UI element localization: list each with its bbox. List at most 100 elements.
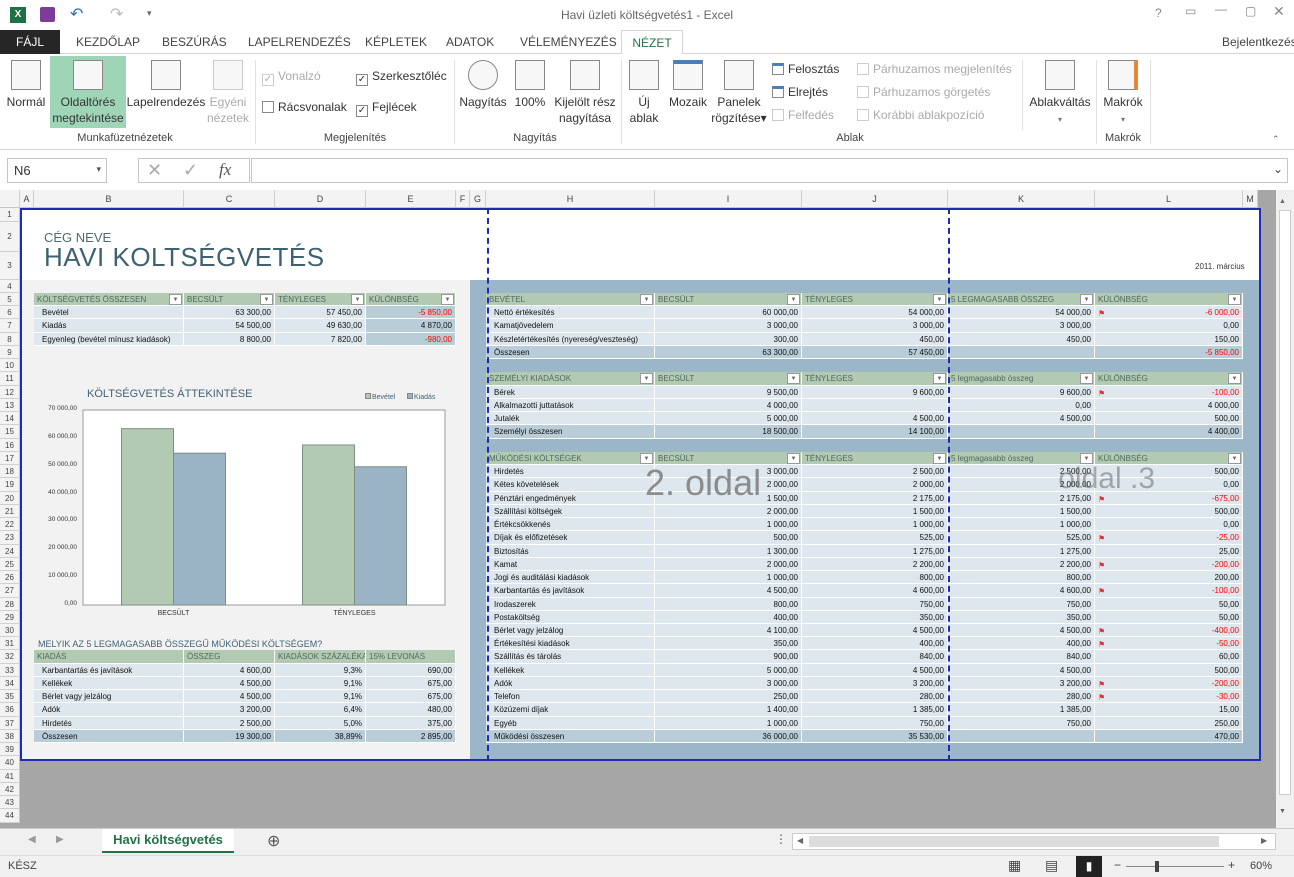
table-cell[interactable]: 5 000,00 bbox=[655, 663, 802, 677]
table-cell[interactable]: 15,00 bbox=[1095, 703, 1243, 717]
total-cell[interactable]: Összesen bbox=[34, 729, 184, 744]
tab-formulas[interactable]: KÉPLETEK bbox=[355, 30, 437, 54]
table-cell[interactable]: Alkalmazotti juttatások bbox=[486, 398, 655, 413]
row-header-22[interactable]: 22 bbox=[0, 518, 20, 532]
table-cell[interactable]: 9,1% bbox=[275, 676, 366, 691]
table-cell[interactable]: 280,00 bbox=[948, 690, 1095, 704]
row-header-40[interactable]: 40 bbox=[0, 756, 20, 770]
table-cell[interactable]: 4 600,00 bbox=[184, 663, 275, 677]
table-cell[interactable]: 1 000,00 bbox=[655, 716, 802, 730]
table-cell[interactable]: Kellékek bbox=[34, 676, 184, 691]
total-cell[interactable]: Összesen bbox=[486, 345, 655, 360]
row-header-15[interactable]: 15 bbox=[0, 425, 20, 439]
filter-dropdown-icon[interactable]: ▼ bbox=[933, 452, 946, 464]
total-cell[interactable]: Személyi összesen bbox=[486, 425, 655, 439]
row-header-5[interactable]: 5 bbox=[0, 293, 20, 307]
table-header-cell[interactable]: 5 legmagasabb összeg ▼ bbox=[948, 372, 1095, 386]
bar-Bevétel-BECSÜLT[interactable] bbox=[121, 428, 174, 606]
table-cell[interactable]: ⚑ -6 000,00 bbox=[1095, 306, 1243, 320]
row-header-38[interactable]: 38 bbox=[0, 729, 20, 744]
table-header-cell[interactable]: ÖSSZEG bbox=[184, 650, 275, 664]
table-cell[interactable]: 1 000,00 bbox=[655, 518, 802, 532]
table-cell[interactable]: -980,00 bbox=[366, 332, 456, 346]
sheet-tab-havi-koltsegvetes[interactable]: Havi költségvetés bbox=[102, 829, 234, 853]
page-break-line[interactable] bbox=[948, 208, 950, 761]
ribbon-display-icon[interactable]: ▭ bbox=[1185, 4, 1196, 18]
filter-dropdown-icon[interactable]: ▼ bbox=[933, 294, 946, 305]
table-cell[interactable]: 2 500,00 bbox=[184, 716, 275, 730]
table-cell[interactable]: 1 385,00 bbox=[802, 703, 948, 717]
filter-dropdown-icon[interactable]: ▼ bbox=[1080, 294, 1093, 305]
zoom-level[interactable]: 60% bbox=[1250, 860, 1272, 872]
table-cell[interactable]: 4 100,00 bbox=[655, 624, 802, 638]
total-cell[interactable]: 470,00 bbox=[1095, 729, 1243, 744]
table-cell[interactable]: 450,00 bbox=[802, 332, 948, 346]
tab-page-layout[interactable]: LAPELRENDEZÉS bbox=[238, 30, 361, 54]
column-header-D[interactable]: D bbox=[275, 190, 366, 208]
row-header-43[interactable]: 43 bbox=[0, 796, 20, 810]
table-cell[interactable]: Bevétel bbox=[34, 306, 184, 320]
filter-dropdown-icon[interactable]: ▼ bbox=[640, 373, 653, 385]
row-header-35[interactable]: 35 bbox=[0, 690, 20, 704]
table-cell[interactable]: 5,0% bbox=[275, 716, 366, 730]
table-header-cell[interactable]: 5 LEGMAGASABB ÖSSZEG ▼ bbox=[948, 293, 1095, 307]
table-cell[interactable]: Telefon bbox=[486, 690, 655, 704]
zoom-slider[interactable] bbox=[1126, 866, 1224, 867]
table-cell[interactable]: 0,00 bbox=[1095, 319, 1243, 333]
table-cell[interactable]: 57 450,00 bbox=[275, 306, 366, 320]
table-cell[interactable]: Hirdetés bbox=[486, 465, 655, 479]
scrollbar-thumb[interactable] bbox=[809, 836, 1219, 847]
zoom-100-button[interactable]: 100% bbox=[510, 60, 550, 110]
table-cell[interactable]: 150,00 bbox=[1095, 332, 1243, 346]
row-header-16[interactable]: 16 bbox=[0, 438, 20, 452]
row-header-20[interactable]: 20 bbox=[0, 491, 20, 505]
table-cell[interactable]: 800,00 bbox=[655, 597, 802, 611]
add-sheet-icon[interactable]: ⊕ bbox=[267, 831, 280, 851]
tab-data[interactable]: ADATOK bbox=[436, 30, 504, 54]
table-cell[interactable]: 2 200,00 bbox=[802, 557, 948, 572]
table-cell[interactable]: 350,00 bbox=[948, 610, 1095, 624]
filter-dropdown-icon[interactable]: ▼ bbox=[787, 294, 800, 305]
table-header-cell[interactable]: KIADÁSOK SZÁZALÉKA bbox=[275, 650, 366, 664]
normal-view-button[interactable]: Normál bbox=[4, 60, 48, 110]
row-header-30[interactable]: 30 bbox=[0, 624, 20, 638]
table-cell[interactable]: 250,00 bbox=[655, 690, 802, 704]
table-cell[interactable]: 4 500,00 bbox=[948, 412, 1095, 426]
filter-dropdown-icon[interactable]: ▼ bbox=[1228, 294, 1241, 305]
table-cell[interactable]: Karbantartás és javítások bbox=[34, 663, 184, 677]
table-cell[interactable]: Bérlet vagy jelzálog bbox=[34, 690, 184, 704]
table-cell[interactable]: ⚑ -200,00 bbox=[1095, 557, 1243, 572]
table-cell[interactable]: 9,3% bbox=[275, 663, 366, 677]
synchronous-scrolling-button[interactable]: Párhuzamos görgetés bbox=[857, 85, 990, 99]
unhide-button[interactable]: Felfedés bbox=[772, 108, 834, 122]
bar-Bevétel-TÉNYLEGES[interactable] bbox=[302, 444, 355, 606]
table-cell[interactable]: ⚑ -200,00 bbox=[1095, 676, 1243, 691]
table-cell[interactable]: 4 500,00 bbox=[802, 624, 948, 638]
filter-dropdown-icon[interactable]: ▼ bbox=[169, 294, 182, 305]
row-header-8[interactable]: 8 bbox=[0, 332, 20, 346]
table-cell[interactable]: 4 000,00 bbox=[655, 398, 802, 413]
table-cell[interactable]: Postaköltség bbox=[486, 610, 655, 624]
column-header-F[interactable]: F bbox=[456, 190, 470, 208]
table-cell[interactable]: Biztosítás bbox=[486, 544, 655, 558]
page-break-line[interactable] bbox=[487, 208, 489, 761]
normal-view-icon[interactable]: ▦ bbox=[1008, 857, 1021, 874]
table-cell[interactable]: Karbantartás és javítások bbox=[486, 584, 655, 598]
row-header-4[interactable]: 4 bbox=[0, 280, 20, 293]
collapse-ribbon-icon[interactable]: ⌃ bbox=[1272, 134, 1280, 145]
row-header-10[interactable]: 10 bbox=[0, 359, 20, 373]
row-header-25[interactable]: 25 bbox=[0, 557, 20, 572]
table-cell[interactable]: Egyéb bbox=[486, 716, 655, 730]
filter-dropdown-icon[interactable]: ▼ bbox=[1228, 452, 1241, 464]
table-cell[interactable]: Kamat bbox=[486, 557, 655, 572]
table-cell[interactable]: 525,00 bbox=[948, 531, 1095, 545]
table-cell[interactable]: 7 820,00 bbox=[275, 332, 366, 346]
table-cell[interactable]: 1 000,00 bbox=[802, 518, 948, 532]
total-cell[interactable]: Működési összesen bbox=[486, 729, 655, 744]
table-cell[interactable]: 350,00 bbox=[802, 610, 948, 624]
table-cell[interactable]: 0,00 bbox=[1095, 518, 1243, 532]
table-cell[interactable]: 3 000,00 bbox=[655, 676, 802, 691]
table-cell[interactable]: Adók bbox=[34, 703, 184, 717]
row-header-32[interactable]: 32 bbox=[0, 650, 20, 664]
table-cell[interactable]: 400,00 bbox=[948, 637, 1095, 651]
